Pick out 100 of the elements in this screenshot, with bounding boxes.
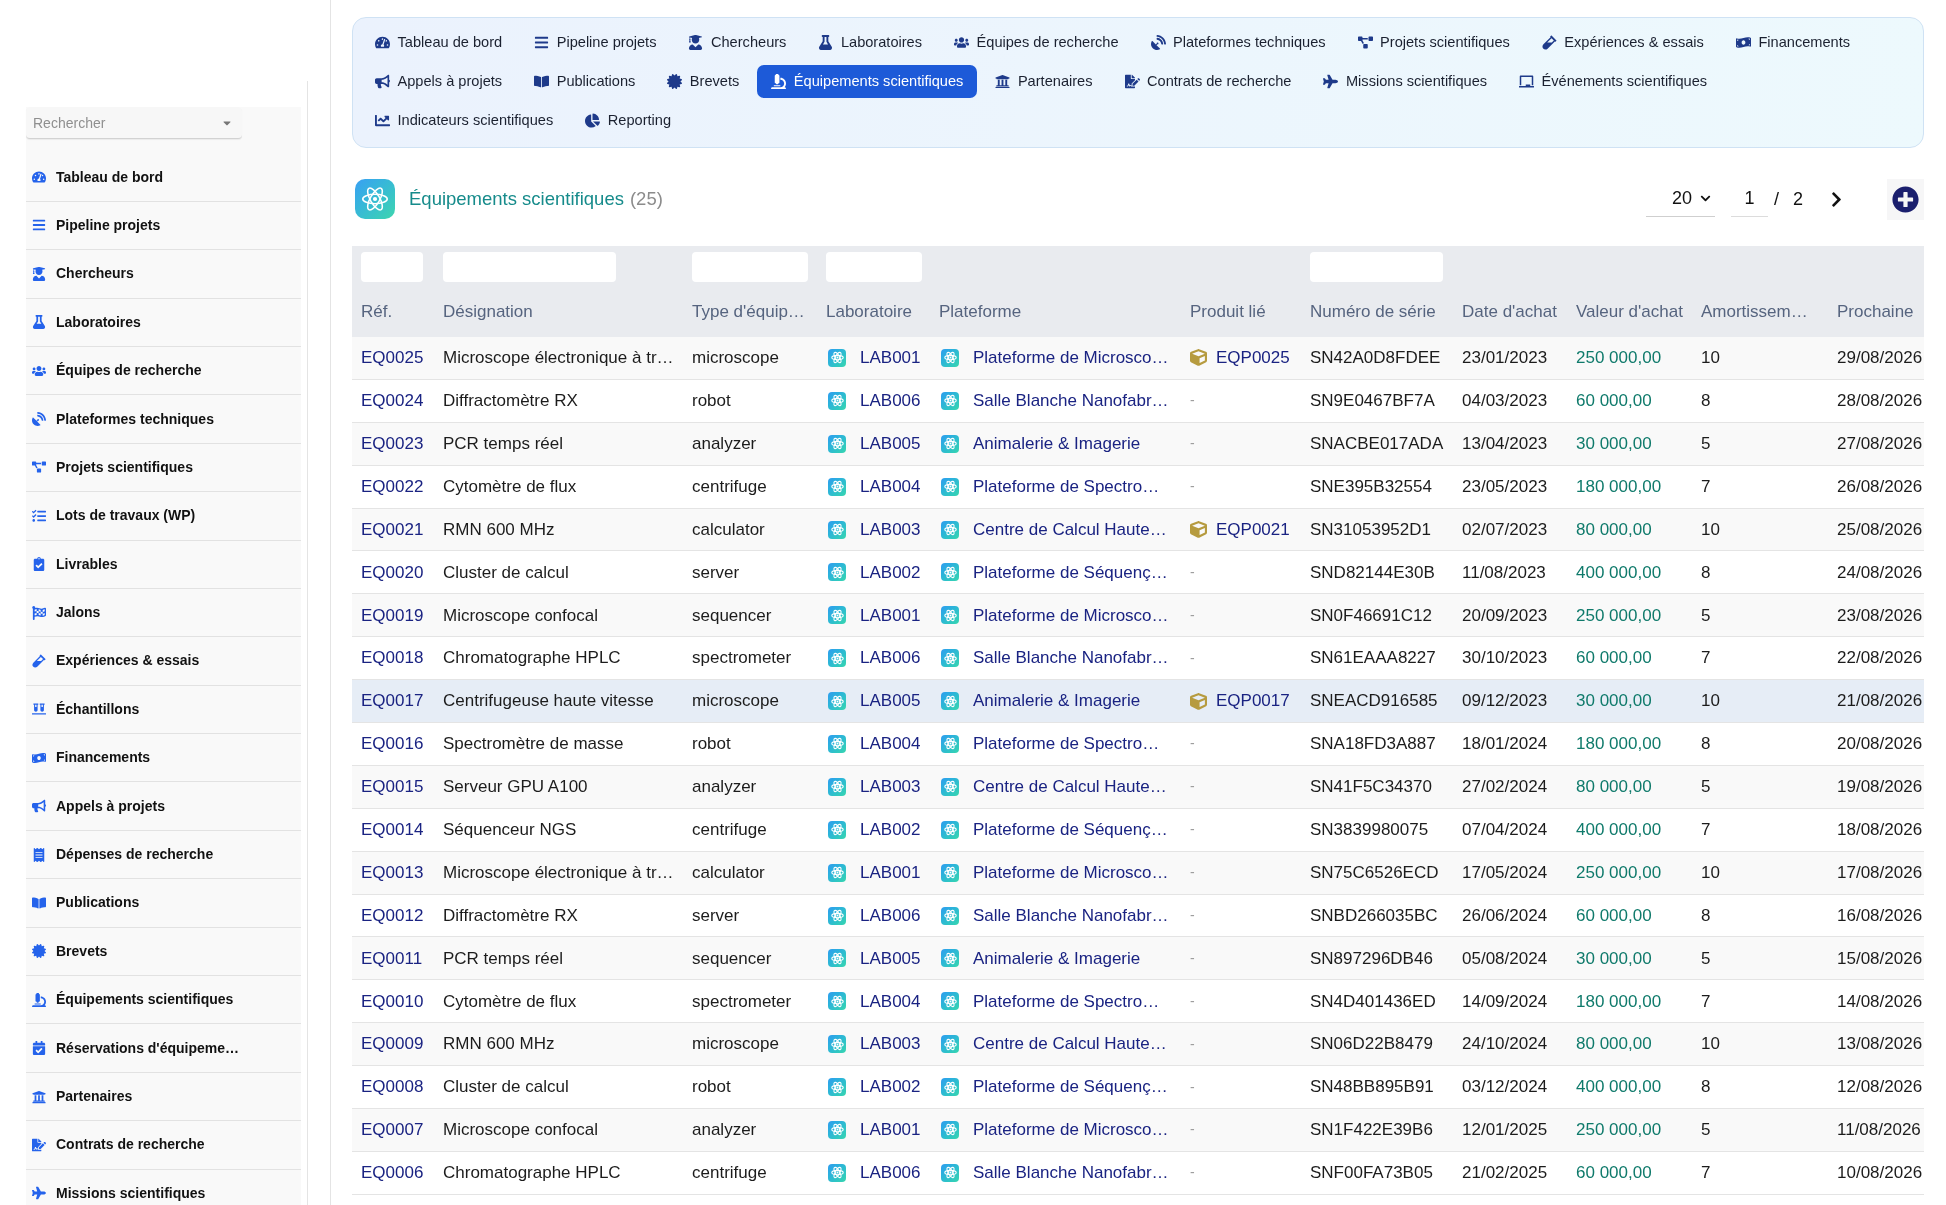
ref-link[interactable]: EQ0014 — [361, 820, 424, 839]
page-size-select[interactable]: 20 — [1645, 181, 1715, 217]
nav-tab[interactable]: Publications — [520, 65, 650, 98]
sidebar-item[interactable]: Publications — [26, 879, 301, 928]
nav-tab[interactable]: Financements — [1721, 26, 1865, 59]
sidebar-item[interactable]: Dépenses de recherche — [26, 830, 301, 880]
platform-link[interactable]: Plateforme de Microsco… — [973, 859, 1169, 886]
ref-link[interactable]: EQ0010 — [361, 991, 424, 1011]
lab-link[interactable]: LAB002 — [860, 817, 921, 843]
nav-tab[interactable]: Laboratoires — [804, 26, 937, 59]
ref-link[interactable]: EQ0018 — [361, 648, 424, 668]
nav-tab[interactable]: Partenaires — [981, 65, 1107, 98]
table-row[interactable]: EQ0013 Microscope électronique à tr… calculator LAB001 Plateforme de Microsco… - SN75C6526ECD 17/05/2024 250 000,00 10 17/08/2026 — [352, 851, 1924, 895]
product-link[interactable]: EQP0017 — [1216, 688, 1290, 714]
ref-link[interactable]: EQ0019 — [361, 605, 424, 625]
platform-link[interactable]: Plateforme de Spectro… — [973, 988, 1160, 1015]
platform-link[interactable]: Animalerie & Imagerie — [973, 945, 1141, 972]
lab-link[interactable]: LAB001 — [860, 859, 921, 886]
ref-link[interactable]: EQ0017 — [361, 691, 424, 711]
sidebar-item[interactable]: Réservations d'équipeme… — [26, 1024, 301, 1073]
table-row[interactable]: EQ0009 RMN 600 MHz microscope LAB003 Centre de Calcul Haute… - SN06D22B8479 24/10/2024 80 000,00 10 13/08/2026 — [352, 1023, 1924, 1067]
platform-link[interactable]: Animalerie & Imagerie — [973, 688, 1141, 714]
column-header[interactable]: Prochaine — [1828, 298, 1924, 325]
sidebar-item[interactable]: Équipes de recherche — [26, 346, 301, 396]
nav-tab[interactable]: Tableau de bord — [361, 26, 517, 59]
platform-link[interactable]: Salle Blanche Nanofabr… — [973, 388, 1169, 414]
sidebar-item[interactable]: Brevets — [26, 927, 301, 977]
lab-link[interactable]: LAB001 — [860, 345, 921, 371]
nav-tab[interactable]: Équipements scientifiques — [757, 65, 978, 98]
sidebar-item[interactable]: Chercheurs — [26, 250, 301, 299]
platform-link[interactable]: Plateforme de Microsco… — [973, 345, 1169, 371]
table-row[interactable]: EQ0023 PCR temps réel analyzer LAB005 Animalerie & Imagerie - SNACBE017ADA 13/04/2023 30 000,00 5 27/08/2026 — [352, 422, 1924, 466]
nav-tab[interactable]: Plateformes techniques — [1136, 26, 1340, 59]
lab-link[interactable]: LAB004 — [860, 988, 921, 1015]
platform-link[interactable]: Plateforme de Microsco… — [973, 602, 1169, 629]
ref-link[interactable]: EQ0025 — [361, 348, 424, 368]
platform-link[interactable]: Plateforme de Séquenç… — [973, 559, 1168, 586]
lab-link[interactable]: LAB005 — [860, 945, 921, 972]
nav-tab[interactable]: Indicateurs scientifiques — [361, 104, 568, 137]
lab-link[interactable]: LAB004 — [860, 473, 921, 500]
sidebar-item[interactable]: Contrats de recherche — [26, 1121, 301, 1170]
sidebar-item[interactable]: Pipeline projets — [26, 201, 301, 251]
nav-tab[interactable]: Pipeline projets — [520, 26, 671, 59]
ref-link[interactable]: EQ0021 — [361, 519, 424, 539]
ref-link[interactable]: EQ0016 — [361, 734, 424, 754]
lab-link[interactable]: LAB005 — [860, 688, 921, 714]
column-header[interactable]: Plateforme — [930, 298, 1181, 325]
sidebar-item[interactable]: Financements — [26, 734, 301, 783]
platform-link[interactable]: Plateforme de Séquenç… — [973, 1074, 1168, 1100]
nav-tab[interactable]: Équipes de recherche — [940, 26, 1133, 59]
lab-link[interactable]: LAB002 — [860, 559, 921, 586]
lab-link[interactable]: LAB006 — [860, 902, 921, 929]
column-header[interactable]: Laboratoire — [817, 298, 930, 325]
ref-link[interactable]: EQ0007 — [361, 1120, 424, 1140]
lab-link[interactable]: LAB004 — [860, 731, 921, 757]
nav-tab[interactable]: Projets scientifiques — [1343, 26, 1524, 59]
platform-link[interactable]: Plateforme de Spectro… — [973, 473, 1160, 500]
sidebar-item[interactable]: Jalons — [26, 588, 301, 638]
platform-link[interactable]: Centre de Calcul Haute… — [973, 1031, 1167, 1057]
column-header[interactable]: Date d'achat — [1453, 298, 1567, 325]
table-row[interactable]: EQ0011 PCR temps réel sequencer LAB005 Animalerie & Imagerie - SN897296DB46 05/08/2024 30 000,00 5 15/08/2026 — [352, 937, 1924, 981]
lab-link[interactable]: LAB006 — [860, 1160, 921, 1186]
ref-link[interactable]: EQ0012 — [361, 905, 424, 925]
column-header[interactable]: Valeur d'achat — [1567, 298, 1692, 325]
lab-link[interactable]: LAB001 — [860, 1117, 921, 1143]
ref-link[interactable]: EQ0023 — [361, 433, 424, 453]
sidebar-item[interactable]: Lots de travaux (WP) — [26, 492, 301, 541]
nav-tab[interactable]: Expériences & essais — [1527, 26, 1718, 59]
column-header[interactable]: Réf. — [352, 298, 434, 325]
table-row[interactable]: EQ0017 Centrifugeuse haute vitesse microscope LAB005 Animalerie & Imagerie EQP0017 SNEACD916585 09/12/2023 30 000,00 10 21/08/2026 — [352, 680, 1924, 723]
nav-tab[interactable]: Chercheurs — [674, 26, 801, 59]
platform-link[interactable]: Salle Blanche Nanofabr… — [973, 1160, 1169, 1186]
table-row[interactable]: EQ0015 Serveur GPU A100 analyzer LAB003 Centre de Calcul Haute… - SN41F5C34370 27/02/2024 80 000,00 5 19/08/2026 — [352, 765, 1924, 809]
table-row[interactable]: EQ0025 Microscope électronique à tr… microscope LAB001 Plateforme de Microsco… EQP0025 SN42A0D8FDEE 23/01/2023 250 000,00 10 29/08/2026 — [352, 337, 1924, 380]
product-link[interactable]: EQP0025 — [1216, 345, 1290, 371]
platform-link[interactable]: Centre de Calcul Haute… — [973, 774, 1167, 800]
lab-link[interactable]: LAB003 — [860, 516, 921, 543]
nav-tab[interactable]: Reporting — [571, 104, 686, 137]
nav-tab[interactable]: Missions scientifiques — [1309, 65, 1502, 98]
platform-link[interactable]: Salle Blanche Nanofabr… — [973, 902, 1169, 929]
sidebar-item[interactable]: Laboratoires — [26, 298, 301, 347]
ref-link[interactable]: EQ0015 — [361, 777, 424, 797]
ref-link[interactable]: EQ0022 — [361, 476, 424, 496]
lab-link[interactable]: LAB001 — [860, 602, 921, 629]
sidebar-item[interactable]: Expériences & essais — [26, 637, 301, 686]
ref-link[interactable]: EQ0008 — [361, 1077, 424, 1097]
column-header[interactable]: Produit lié — [1181, 298, 1301, 325]
platform-link[interactable]: Plateforme de Spectro… — [973, 731, 1160, 757]
platform-link[interactable]: Plateforme de Microsco… — [973, 1117, 1169, 1143]
column-header[interactable]: Désignation — [434, 298, 683, 325]
sidebar-item[interactable]: Tableau de bord — [26, 153, 301, 202]
nav-tab[interactable]: Appels à projets — [361, 65, 517, 98]
sidebar-item[interactable]: Livrables — [26, 540, 301, 589]
lab-link[interactable]: LAB002 — [860, 1074, 921, 1100]
sidebar-item[interactable]: Partenaires — [26, 1072, 301, 1122]
table-row[interactable]: EQ0007 Microscope confocal analyzer LAB001 Plateforme de Microsco… - SN1F422E39B6 12/01/2025 250 000,00 5 11/08/2026 — [352, 1109, 1924, 1152]
ref-link[interactable]: EQ0013 — [361, 862, 424, 882]
sidebar-item[interactable]: Appels à projets — [26, 782, 301, 831]
lab-link[interactable]: LAB005 — [860, 430, 921, 457]
ref-link[interactable]: EQ0020 — [361, 562, 424, 582]
